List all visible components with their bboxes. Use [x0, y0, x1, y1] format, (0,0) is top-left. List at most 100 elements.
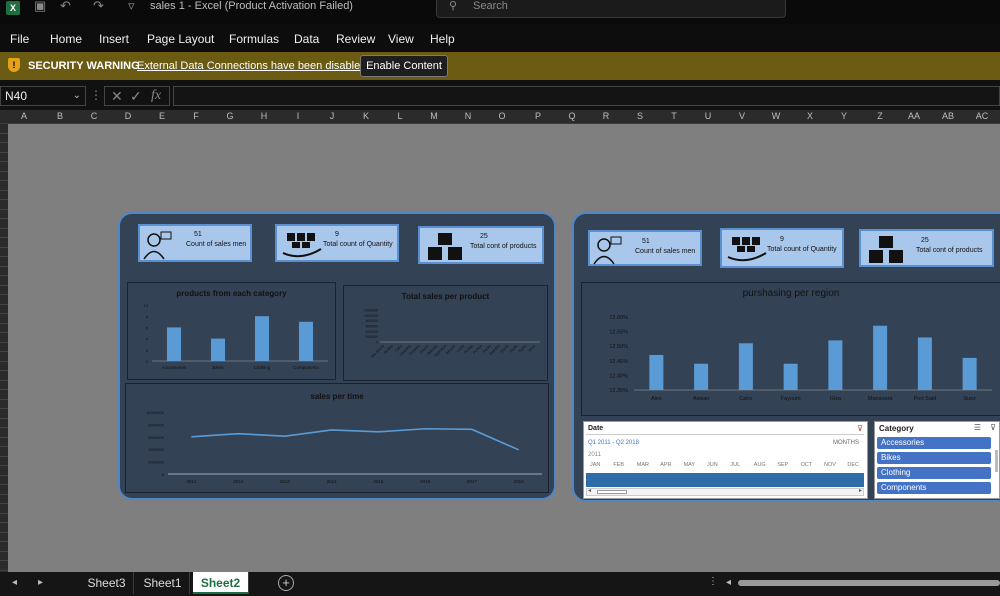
column-header[interactable]: I [288, 111, 308, 121]
column-header[interactable]: L [390, 111, 410, 121]
column-header[interactable]: K [356, 111, 376, 121]
row-header[interactable] [0, 305, 8, 314]
column-header[interactable]: J [322, 111, 342, 121]
row-header[interactable] [0, 324, 8, 333]
row-header[interactable] [0, 210, 8, 219]
tab-file[interactable]: File [10, 32, 29, 46]
timeline-month[interactable]: DEC [847, 462, 859, 468]
row-header[interactable] [0, 476, 8, 485]
slicer-scrollbar[interactable] [995, 450, 998, 472]
formula-input[interactable] [173, 86, 1000, 106]
column-header[interactable]: G [220, 111, 240, 121]
slicer-item[interactable]: Bikes [877, 452, 991, 464]
add-sheet-icon[interactable]: + [278, 575, 294, 591]
save-icon[interactable]: ▣ [34, 0, 46, 14]
clear-filter-icon[interactable]: ⊽ [857, 424, 863, 433]
row-header[interactable] [0, 229, 8, 238]
cancel-icon[interactable]: ✕ [111, 87, 123, 105]
row-header[interactable] [0, 200, 8, 210]
tab-view[interactable]: View [388, 32, 414, 46]
column-header[interactable]: T [664, 111, 684, 121]
slicer-item[interactable]: Components [877, 482, 991, 494]
row-header[interactable] [0, 523, 8, 533]
column-header[interactable]: AA [904, 111, 924, 121]
chevron-down-icon[interactable]: ⌄ [73, 87, 81, 105]
timeline-month[interactable]: JUN [707, 462, 718, 468]
horizontal-scrollbar[interactable] [738, 580, 1000, 586]
row-header[interactable] [0, 314, 8, 324]
timeline-month[interactable]: OCT [801, 462, 813, 468]
tab-review[interactable]: Review [336, 32, 375, 46]
row-header[interactable] [0, 381, 8, 390]
row-header[interactable] [0, 514, 8, 523]
date-timeline-slicer[interactable]: Date ⊽ Q1 2011 - Q2 2018 MONTHS 2011 JAN… [583, 421, 868, 499]
row-header[interactable] [0, 419, 8, 428]
row-header[interactable] [0, 172, 8, 181]
row-header[interactable] [0, 134, 8, 143]
column-header[interactable]: AB [938, 111, 958, 121]
row-header[interactable] [0, 552, 8, 561]
row-header[interactable] [0, 248, 8, 257]
slicer-item[interactable]: Clothing [877, 467, 991, 479]
timeline-bar[interactable] [586, 473, 864, 487]
sales-per-time-chart[interactable]: sales per time 10000000 8000000 6000000 400… [125, 383, 549, 493]
tab-data[interactable]: Data [294, 32, 319, 46]
next-sheet-icon[interactable]: ▸ [38, 577, 43, 588]
row-header[interactable] [0, 124, 8, 134]
prev-sheet-icon[interactable]: ◂ [12, 577, 17, 588]
row-header[interactable] [0, 153, 8, 162]
tab-page-layout[interactable]: Page Layout [147, 32, 214, 46]
row-header[interactable] [0, 143, 8, 153]
timeline-month[interactable]: JAN [590, 462, 600, 468]
enter-icon[interactable]: ✓ [130, 87, 142, 105]
row-header[interactable] [0, 162, 8, 172]
column-header[interactable]: Q [562, 111, 582, 121]
row-header[interactable] [0, 542, 8, 552]
column-header[interactable]: R [596, 111, 616, 121]
sheet-tab-sheet1[interactable]: Sheet1 [136, 572, 190, 594]
undo-icon[interactable]: ↶ [60, 0, 71, 14]
column-header[interactable]: C [84, 111, 104, 121]
products-per-category-chart[interactable]: products from each category 10 8 6 4 2 0 Acces… [127, 282, 336, 380]
worksheet-grid[interactable]: 51 Count of sales men 9 Total count of Q… [8, 124, 1000, 572]
row-header[interactable] [0, 267, 8, 276]
column-header[interactable]: AC [972, 111, 992, 121]
row-header[interactable] [0, 466, 8, 476]
insert-function-icon[interactable]: fx [151, 87, 161, 105]
timeline-month[interactable]: JUL [730, 462, 740, 468]
column-header[interactable]: Z [870, 111, 890, 121]
timeline-month[interactable]: SEP [777, 462, 788, 468]
row-header[interactable] [0, 219, 8, 229]
customize-toolbar-icon[interactable]: ▿ [128, 0, 135, 14]
row-header[interactable] [0, 409, 8, 419]
row-header[interactable] [0, 533, 8, 542]
tab-help[interactable]: Help [430, 32, 455, 46]
tab-home[interactable]: Home [50, 32, 82, 46]
security-warning-link[interactable]: External Data Connections have been disa… [137, 60, 366, 72]
scroll-left-icon[interactable]: ◂ [726, 577, 731, 588]
column-header[interactable]: V [732, 111, 752, 121]
timeline-month[interactable]: MAR [637, 462, 649, 468]
timeline-month[interactable]: MAY [684, 462, 696, 468]
row-header[interactable] [0, 181, 8, 191]
column-header[interactable]: O [492, 111, 512, 121]
category-slicer[interactable]: Category ☰ ⊽ Accessories Bikes Clothing Com… [874, 421, 1000, 499]
row-header[interactable] [0, 495, 8, 504]
row-header[interactable] [0, 390, 8, 400]
column-header[interactable]: A [14, 111, 34, 121]
timeline-scrollbar[interactable]: ◂ ▸ [586, 488, 864, 496]
column-header[interactable]: B [50, 111, 70, 121]
row-header[interactable] [0, 504, 8, 514]
scroll-right-icon[interactable]: ▸ [859, 487, 862, 494]
row-header[interactable] [0, 447, 8, 457]
row-header[interactable] [0, 257, 8, 267]
row-header[interactable] [0, 295, 8, 305]
row-header[interactable] [0, 276, 8, 286]
column-header[interactable]: P [528, 111, 548, 121]
row-header[interactable] [0, 457, 8, 466]
scroll-left-icon[interactable]: ◂ [588, 487, 591, 494]
row-header[interactable] [0, 238, 8, 248]
column-header[interactable]: N [458, 111, 478, 121]
row-header[interactable] [0, 485, 8, 495]
row-header[interactable] [0, 428, 8, 438]
